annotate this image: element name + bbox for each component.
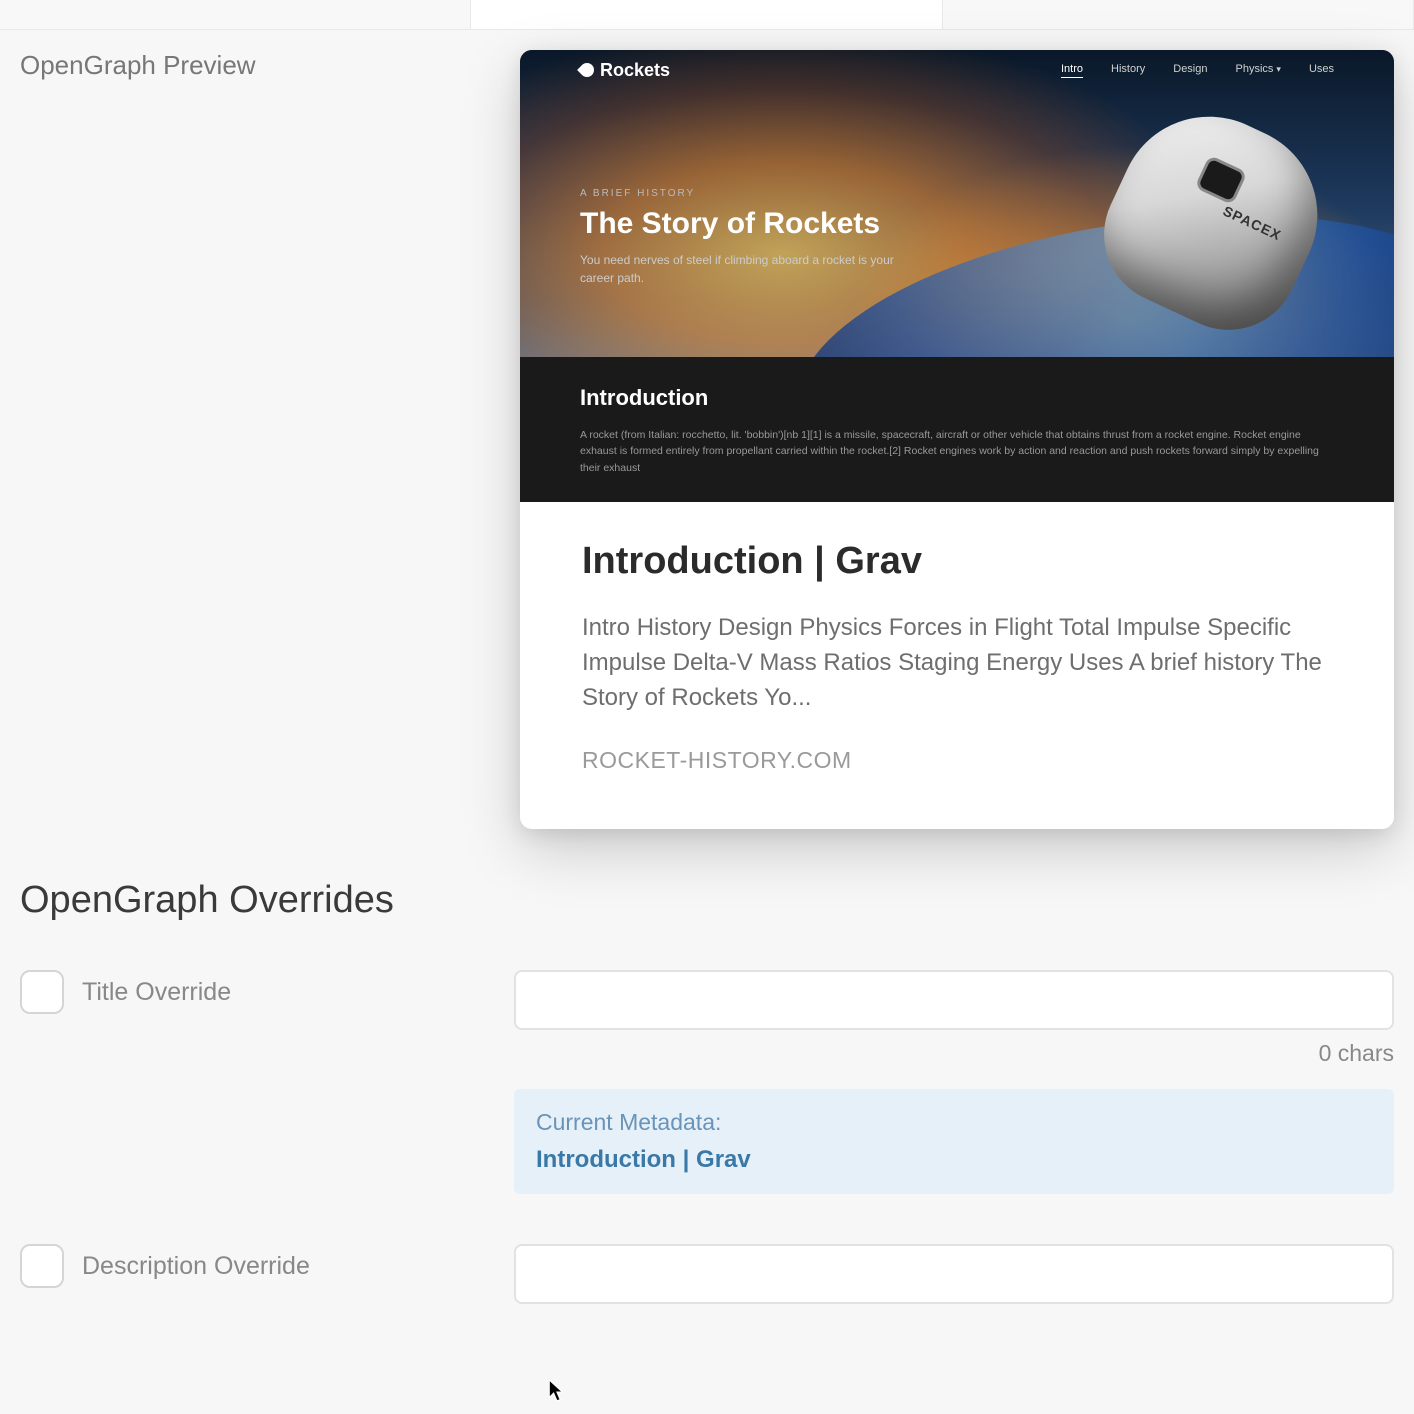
description-override-checkbox[interactable]: [20, 1244, 64, 1288]
preview-title: Introduction | Grav: [582, 540, 1332, 583]
title-char-count: 0 chars: [514, 1040, 1394, 1067]
title-override-checkbox[interactable]: [20, 970, 64, 1014]
current-metadata-value: Introduction | Grav: [536, 1146, 1372, 1174]
overrides-heading: OpenGraph Overrides: [20, 879, 1394, 922]
tab-item-active[interactable]: [471, 0, 942, 29]
thumb-section-text: A rocket (from Italian: rocchetto, lit. …: [580, 427, 1334, 476]
thumb-hero-subtitle: You need nerves of steel if climbing abo…: [580, 251, 930, 287]
current-metadata-label: Current Metadata:: [536, 1109, 1372, 1136]
chevron-down-icon: ▾: [1276, 64, 1281, 74]
rocket-capsule-graphic: SPACEX: [1034, 100, 1354, 360]
thumb-hero-title: The Story of Rockets: [580, 207, 930, 241]
title-current-metadata: Current Metadata: Introduction | Grav: [514, 1089, 1394, 1194]
tab-item[interactable]: [943, 0, 1414, 29]
thumb-eyebrow: A BRIEF HISTORY: [580, 188, 930, 199]
description-override-input[interactable]: [514, 1244, 1394, 1304]
thumb-brand: Rockets: [580, 60, 670, 81]
title-override-input[interactable]: [514, 970, 1394, 1030]
main-content: OpenGraph Preview SPACEX Rockets: [0, 30, 1414, 1414]
preview-description: Intro History Design Physics Forces in F…: [582, 611, 1332, 715]
description-override-label: Description Override: [82, 1252, 310, 1281]
preview-thumbnail: SPACEX Rockets Intro History Design Phys…: [520, 50, 1394, 502]
opengraph-preview-card: SPACEX Rockets Intro History Design Phys…: [520, 50, 1394, 829]
thumb-nav-links: Intro History Design Physics▾ Uses: [1061, 63, 1334, 78]
title-override-label: Title Override: [82, 978, 231, 1007]
thumb-section-heading: Introduction: [580, 385, 1334, 411]
rocket-icon: [577, 60, 597, 80]
section-preview-label: OpenGraph Preview: [20, 50, 480, 81]
preview-domain: ROCKET-HISTORY.COM: [582, 747, 1332, 774]
tab-bar: [0, 0, 1414, 30]
tab-item[interactable]: [0, 0, 471, 29]
